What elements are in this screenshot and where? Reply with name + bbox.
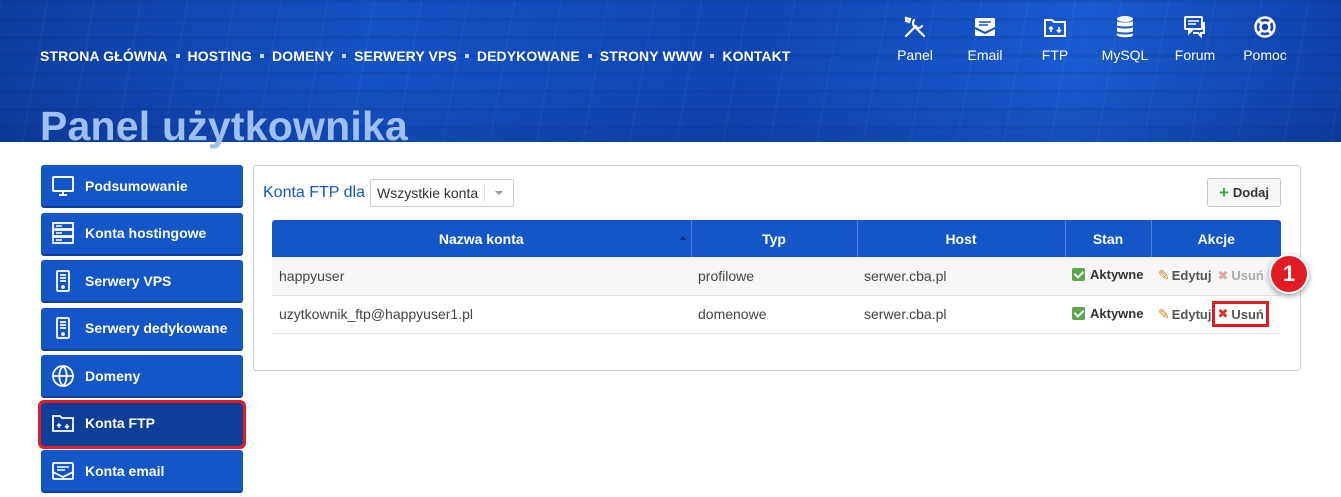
select-divider [483, 184, 485, 202]
iconnav-label: FTP [1041, 47, 1069, 63]
column-header-name[interactable]: Nazwa konta [272, 220, 692, 257]
sidebar-item-label: Serwery dedykowane [85, 320, 228, 336]
nav-separator [260, 54, 265, 58]
iconnav-help[interactable]: Pomoc [1230, 14, 1300, 63]
sidebar-item-label: Podsumowanie [85, 177, 188, 194]
page-title: Panel użytkownika [40, 103, 408, 149]
iconnav-label: Pomoc [1243, 47, 1287, 63]
nav-separator [710, 54, 715, 58]
iconnav-label: Email [967, 47, 1003, 63]
account-actions-cell: ✎ Edytuj ✖ Usuń [1151, 295, 1281, 334]
sidebar-item-label: Konta email [85, 462, 165, 479]
server-icon [56, 317, 70, 339]
nav-separator [342, 54, 347, 58]
column-header-host[interactable]: Host [857, 220, 1066, 257]
sidebar-item-label: Konta FTP [85, 415, 155, 431]
nav-link-vps[interactable]: SERWERY VPS [354, 48, 457, 64]
forum-icon [1184, 16, 1205, 39]
ftp-accounts-panel: Konta FTP dla Wszystkie konta + Dodaj Na… [253, 165, 1301, 371]
nav-link-websites[interactable]: STRONY WWW [600, 48, 703, 64]
account-name-cell: uzytkownik_ftp@happyuser1.pl [272, 295, 691, 334]
iconnav-mysql[interactable]: MySQL [1090, 14, 1160, 63]
iconnav-label: Forum [1174, 47, 1216, 63]
nav-link-domains[interactable]: DOMENY [272, 48, 334, 64]
account-type-cell: profilowe [691, 257, 857, 296]
table-row: uzytkownik_ftp@happyuser1.pl domenowe se… [272, 295, 1281, 334]
table-header-row: Nazwa konta Typ Host Stan Akcje [272, 220, 1281, 257]
sidebar-item-ftp-accounts[interactable]: Konta FTP [38, 399, 246, 449]
delete-x-icon: ✖ [1217, 306, 1229, 321]
sidebar: Podsumowanie Konta hostingowe Serwery VP… [38, 165, 246, 497]
nav-separator [464, 54, 469, 58]
sidebar-item-dedicated[interactable]: Serwery dedykowane [41, 307, 243, 351]
top-navigation: STRONA GŁÓWNA HOSTING DOMENY SERWERY VPS… [40, 48, 791, 64]
account-filter-select[interactable]: Wszystkie konta [369, 179, 514, 207]
pencil-icon: ✎ [1158, 305, 1170, 322]
status-badge: Aktywne [1072, 267, 1143, 282]
column-header-actions: Akcje [1151, 220, 1281, 257]
sidebar-item-domains[interactable]: Domeny [41, 355, 243, 398]
table-row: happyuser profilowe serwer.cba.pl Aktywn… [272, 257, 1281, 296]
database-icon [1117, 16, 1133, 38]
edit-button[interactable]: ✎ Edytuj [1158, 306, 1211, 323]
iconnav-forum[interactable]: Forum [1160, 14, 1230, 63]
account-actions-cell: ✎ Edytuj ✖ Usuń [1151, 257, 1281, 296]
monitor-icon [52, 175, 74, 196]
account-type-cell: domenowe [691, 295, 857, 334]
delete-button[interactable]: ✖ Usuń [1212, 301, 1269, 327]
add-button-label: Dodaj [1232, 185, 1270, 200]
account-status-cell: Aktywne [1065, 295, 1151, 334]
sort-ascending-icon [679, 236, 686, 240]
add-ftp-account-button[interactable]: + Dodaj [1207, 178, 1281, 207]
nav-link-dedicated[interactable]: DEDYKOWANE [477, 48, 580, 64]
iconnav-email[interactable]: Email [950, 14, 1020, 63]
sidebar-item-summary[interactable]: Podsumowanie [41, 165, 243, 208]
sidebar-item-label: Konta hostingowe [85, 225, 207, 241]
chevron-down-icon [494, 191, 503, 195]
status-badge: Aktywne [1072, 306, 1143, 321]
plus-icon: + [1218, 183, 1229, 202]
select-value: Wszystkie konta [376, 185, 479, 201]
step-number-badge: 1 [1269, 254, 1309, 294]
lifebuoy-icon [1254, 16, 1276, 38]
delete-button-disabled: ✖ Usuń [1217, 267, 1264, 284]
nav-link-hosting[interactable]: HOSTING [188, 48, 252, 64]
column-header-type[interactable]: Typ [691, 220, 858, 257]
ftp-folder-icon [52, 415, 74, 432]
sidebar-item-email-accounts[interactable]: Konta email [41, 450, 243, 493]
www-globe-icon [52, 364, 74, 387]
filter-label: Konta FTP dla [263, 184, 365, 201]
nav-link-home[interactable]: STRONA GŁÓWNA [40, 48, 168, 64]
iconnav-panel[interactable]: Panel [880, 14, 950, 63]
iconnav-label: MySQL [1101, 47, 1149, 63]
nav-link-contact[interactable]: KONTAKT [722, 48, 790, 64]
server-rack-icon [52, 222, 74, 244]
account-host-cell: serwer.cba.pl [857, 257, 1065, 296]
sidebar-item-vps[interactable]: Serwery VPS [41, 260, 243, 303]
filter-bar: Konta FTP dla Wszystkie konta [263, 179, 514, 207]
ftp-accounts-table: Nazwa konta Typ Host Stan Akcje happyuse… [272, 220, 1281, 334]
tools-icon [904, 16, 926, 38]
sidebar-item-hosting-accounts[interactable]: Konta hostingowe [41, 212, 243, 256]
ftp-folder-icon [1044, 19, 1066, 37]
sidebar-item-label: Domeny [85, 367, 141, 384]
account-host-cell: serwer.cba.pl [857, 295, 1065, 334]
iconnav-label: Panel [897, 47, 933, 63]
server-icon [56, 269, 70, 292]
pencil-icon: ✎ [1158, 267, 1170, 284]
account-status-cell: Aktywne [1065, 257, 1151, 296]
nav-separator [175, 54, 180, 58]
iconnav-ftp[interactable]: FTP [1020, 14, 1090, 63]
email-icon [52, 461, 74, 480]
check-icon [1072, 268, 1085, 282]
icon-navigation: Panel Email FTP MySQL Forum Pomoc [880, 14, 1300, 63]
nav-separator [587, 54, 592, 58]
email-icon [974, 18, 996, 36]
sidebar-item-label: Serwery VPS [85, 272, 172, 289]
column-header-status[interactable]: Stan [1065, 220, 1152, 257]
edit-button[interactable]: ✎ Edytuj [1158, 267, 1211, 284]
check-icon [1072, 306, 1085, 320]
account-name-cell: happyuser [272, 257, 691, 296]
delete-x-icon: ✖ [1217, 267, 1229, 283]
